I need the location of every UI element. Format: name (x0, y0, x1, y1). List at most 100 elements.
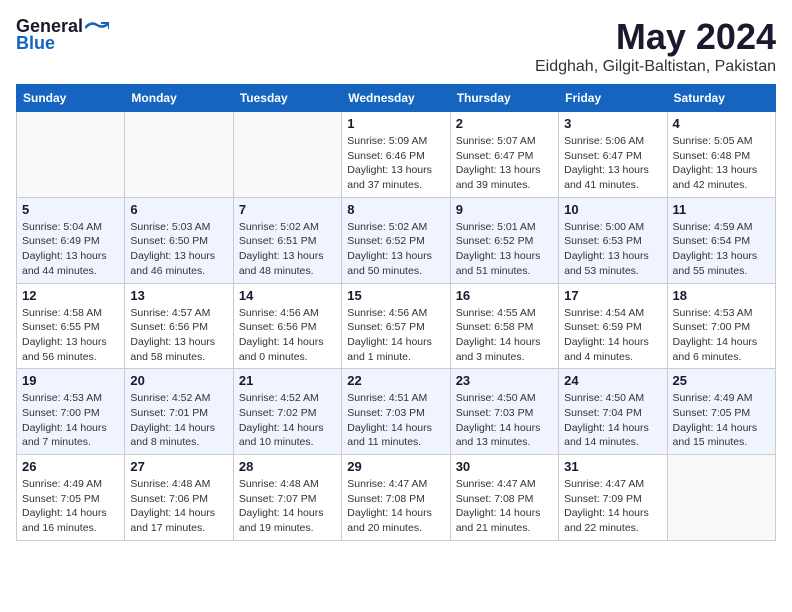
day-number: 4 (673, 116, 770, 131)
calendar-cell: 7 Sunrise: 5:02 AM Sunset: 6:51 PM Daylig… (233, 197, 341, 283)
calendar-cell: 24Sunrise: 4:50 AM Sunset: 7:04 PM Dayli… (559, 369, 667, 455)
weekday-header-wednesday: Wednesday (342, 85, 450, 112)
calendar-cell: 5 Sunrise: 5:04 AM Sunset: 6:49 PM Daylig… (17, 197, 125, 283)
day-number: 22 (347, 373, 444, 388)
calendar-cell: 11Sunrise: 4:59 AM Sunset: 6:54 PM Dayli… (667, 197, 775, 283)
day-number: 29 (347, 459, 444, 474)
weekday-header-friday: Friday (559, 85, 667, 112)
day-info: Sunrise: 4:56 AM Sunset: 6:57 PM Dayligh… (347, 306, 444, 365)
day-info: Sunrise: 4:50 AM Sunset: 7:03 PM Dayligh… (456, 391, 553, 450)
day-info: Sunrise: 4:47 AM Sunset: 7:08 PM Dayligh… (456, 477, 553, 536)
calendar-cell: 10Sunrise: 5:00 AM Sunset: 6:53 PM Dayli… (559, 197, 667, 283)
calendar-cell: 4 Sunrise: 5:05 AM Sunset: 6:48 PM Daylig… (667, 112, 775, 198)
day-number: 31 (564, 459, 661, 474)
day-number: 23 (456, 373, 553, 388)
day-number: 8 (347, 202, 444, 217)
day-number: 6 (130, 202, 227, 217)
header: General Blue May 2024 Eidghah, Gilgit-Ba… (16, 16, 776, 76)
weekday-header-monday: Monday (125, 85, 233, 112)
day-info: Sunrise: 4:57 AM Sunset: 6:56 PM Dayligh… (130, 306, 227, 365)
calendar-cell: 23 Sunrise: 4:50 AM Sunset: 7:03 PM Dayli… (450, 369, 558, 455)
day-number: 25 (673, 373, 770, 388)
calendar-week-row: 19 Sunrise: 4:53 AM Sunset: 7:00 PM Dayli… (17, 369, 776, 455)
weekday-header-saturday: Saturday (667, 85, 775, 112)
day-info: Sunrise: 5:07 AM Sunset: 6:47 PM Dayligh… (456, 134, 553, 193)
day-number: 30 (456, 459, 553, 474)
day-info: Sunrise: 5:09 AM Sunset: 6:46 PM Dayligh… (347, 134, 444, 193)
calendar-cell: 15 Sunrise: 4:56 AM Sunset: 6:57 PM Dayli… (342, 283, 450, 369)
day-info: Sunrise: 4:48 AM Sunset: 7:06 PM Dayligh… (130, 477, 227, 536)
day-info: Sunrise: 5:05 AM Sunset: 6:48 PM Dayligh… (673, 134, 770, 193)
calendar-cell (233, 112, 341, 198)
calendar-header-row: SundayMondayTuesdayWednesdayThursdayFrid… (17, 85, 776, 112)
calendar-cell: 2Sunrise: 5:07 AM Sunset: 6:47 PM Daylig… (450, 112, 558, 198)
day-info: Sunrise: 4:58 AM Sunset: 6:55 PM Dayligh… (22, 306, 119, 365)
day-info: Sunrise: 4:53 AM Sunset: 7:00 PM Dayligh… (22, 391, 119, 450)
day-info: Sunrise: 5:01 AM Sunset: 6:52 PM Dayligh… (456, 220, 553, 279)
day-number: 1 (347, 116, 444, 131)
day-info: Sunrise: 4:55 AM Sunset: 6:58 PM Dayligh… (456, 306, 553, 365)
day-number: 19 (22, 373, 119, 388)
calendar-cell: 29 Sunrise: 4:47 AM Sunset: 7:08 PM Dayli… (342, 455, 450, 541)
logo: General Blue (16, 16, 109, 54)
day-number: 27 (130, 459, 227, 474)
calendar-cell: 1 Sunrise: 5:09 AM Sunset: 6:46 PM Daylig… (342, 112, 450, 198)
calendar-cell: 19 Sunrise: 4:53 AM Sunset: 7:00 PM Dayli… (17, 369, 125, 455)
day-number: 21 (239, 373, 336, 388)
calendar-week-row: 1 Sunrise: 5:09 AM Sunset: 6:46 PM Daylig… (17, 112, 776, 198)
location-subtitle: Eidghah, Gilgit-Baltistan, Pakistan (535, 58, 776, 76)
day-number: 7 (239, 202, 336, 217)
day-number: 16 (456, 288, 553, 303)
calendar-week-row: 5 Sunrise: 5:04 AM Sunset: 6:49 PM Daylig… (17, 197, 776, 283)
day-info: Sunrise: 4:56 AM Sunset: 6:56 PM Dayligh… (239, 306, 336, 365)
day-number: 26 (22, 459, 119, 474)
day-info: Sunrise: 4:53 AM Sunset: 7:00 PM Dayligh… (673, 306, 770, 365)
calendar-cell: 16 Sunrise: 4:55 AM Sunset: 6:58 PM Dayli… (450, 283, 558, 369)
calendar-cell: 31 Sunrise: 4:47 AM Sunset: 7:09 PM Dayli… (559, 455, 667, 541)
day-number: 20 (130, 373, 227, 388)
calendar-cell: 18 Sunrise: 4:53 AM Sunset: 7:00 PM Dayli… (667, 283, 775, 369)
calendar-cell: 26 Sunrise: 4:49 AM Sunset: 7:05 PM Dayli… (17, 455, 125, 541)
calendar-cell: 17Sunrise: 4:54 AM Sunset: 6:59 PM Dayli… (559, 283, 667, 369)
day-info: Sunrise: 4:59 AM Sunset: 6:54 PM Dayligh… (673, 220, 770, 279)
calendar-cell (17, 112, 125, 198)
calendar-cell: 27 Sunrise: 4:48 AM Sunset: 7:06 PM Dayli… (125, 455, 233, 541)
title-section: May 2024 Eidghah, Gilgit-Baltistan, Paki… (535, 16, 776, 76)
calendar-cell: 25 Sunrise: 4:49 AM Sunset: 7:05 PM Dayli… (667, 369, 775, 455)
calendar-cell: 21 Sunrise: 4:52 AM Sunset: 7:02 PM Dayli… (233, 369, 341, 455)
calendar-week-row: 26 Sunrise: 4:49 AM Sunset: 7:05 PM Dayli… (17, 455, 776, 541)
day-number: 15 (347, 288, 444, 303)
calendar-table: SundayMondayTuesdayWednesdayThursdayFrid… (16, 84, 776, 541)
day-info: Sunrise: 4:49 AM Sunset: 7:05 PM Dayligh… (673, 391, 770, 450)
day-number: 5 (22, 202, 119, 217)
day-info: Sunrise: 5:03 AM Sunset: 6:50 PM Dayligh… (130, 220, 227, 279)
calendar-cell: 6 Sunrise: 5:03 AM Sunset: 6:50 PM Daylig… (125, 197, 233, 283)
day-info: Sunrise: 4:52 AM Sunset: 7:02 PM Dayligh… (239, 391, 336, 450)
day-info: Sunrise: 5:04 AM Sunset: 6:49 PM Dayligh… (22, 220, 119, 279)
day-info: Sunrise: 5:00 AM Sunset: 6:53 PM Dayligh… (564, 220, 661, 279)
calendar-cell: 9 Sunrise: 5:01 AM Sunset: 6:52 PM Daylig… (450, 197, 558, 283)
day-number: 12 (22, 288, 119, 303)
day-info: Sunrise: 4:47 AM Sunset: 7:09 PM Dayligh… (564, 477, 661, 536)
day-number: 14 (239, 288, 336, 303)
calendar-cell: 12 Sunrise: 4:58 AM Sunset: 6:55 PM Dayli… (17, 283, 125, 369)
day-info: Sunrise: 4:47 AM Sunset: 7:08 PM Dayligh… (347, 477, 444, 536)
day-number: 17 (564, 288, 661, 303)
calendar-cell: 20 Sunrise: 4:52 AM Sunset: 7:01 PM Dayli… (125, 369, 233, 455)
logo-icon (85, 21, 109, 35)
calendar-cell (667, 455, 775, 541)
month-year-title: May 2024 (535, 16, 776, 58)
day-number: 24 (564, 373, 661, 388)
logo-blue: Blue (16, 33, 55, 54)
calendar-cell: 30 Sunrise: 4:47 AM Sunset: 7:08 PM Dayli… (450, 455, 558, 541)
weekday-header-tuesday: Tuesday (233, 85, 341, 112)
day-number: 18 (673, 288, 770, 303)
day-info: Sunrise: 4:48 AM Sunset: 7:07 PM Dayligh… (239, 477, 336, 536)
day-info: Sunrise: 4:52 AM Sunset: 7:01 PM Dayligh… (130, 391, 227, 450)
day-number: 9 (456, 202, 553, 217)
day-info: Sunrise: 5:02 AM Sunset: 6:52 PM Dayligh… (347, 220, 444, 279)
day-info: Sunrise: 5:02 AM Sunset: 6:51 PM Dayligh… (239, 220, 336, 279)
day-info: Sunrise: 4:49 AM Sunset: 7:05 PM Dayligh… (22, 477, 119, 536)
day-info: Sunrise: 5:06 AM Sunset: 6:47 PM Dayligh… (564, 134, 661, 193)
calendar-cell (125, 112, 233, 198)
